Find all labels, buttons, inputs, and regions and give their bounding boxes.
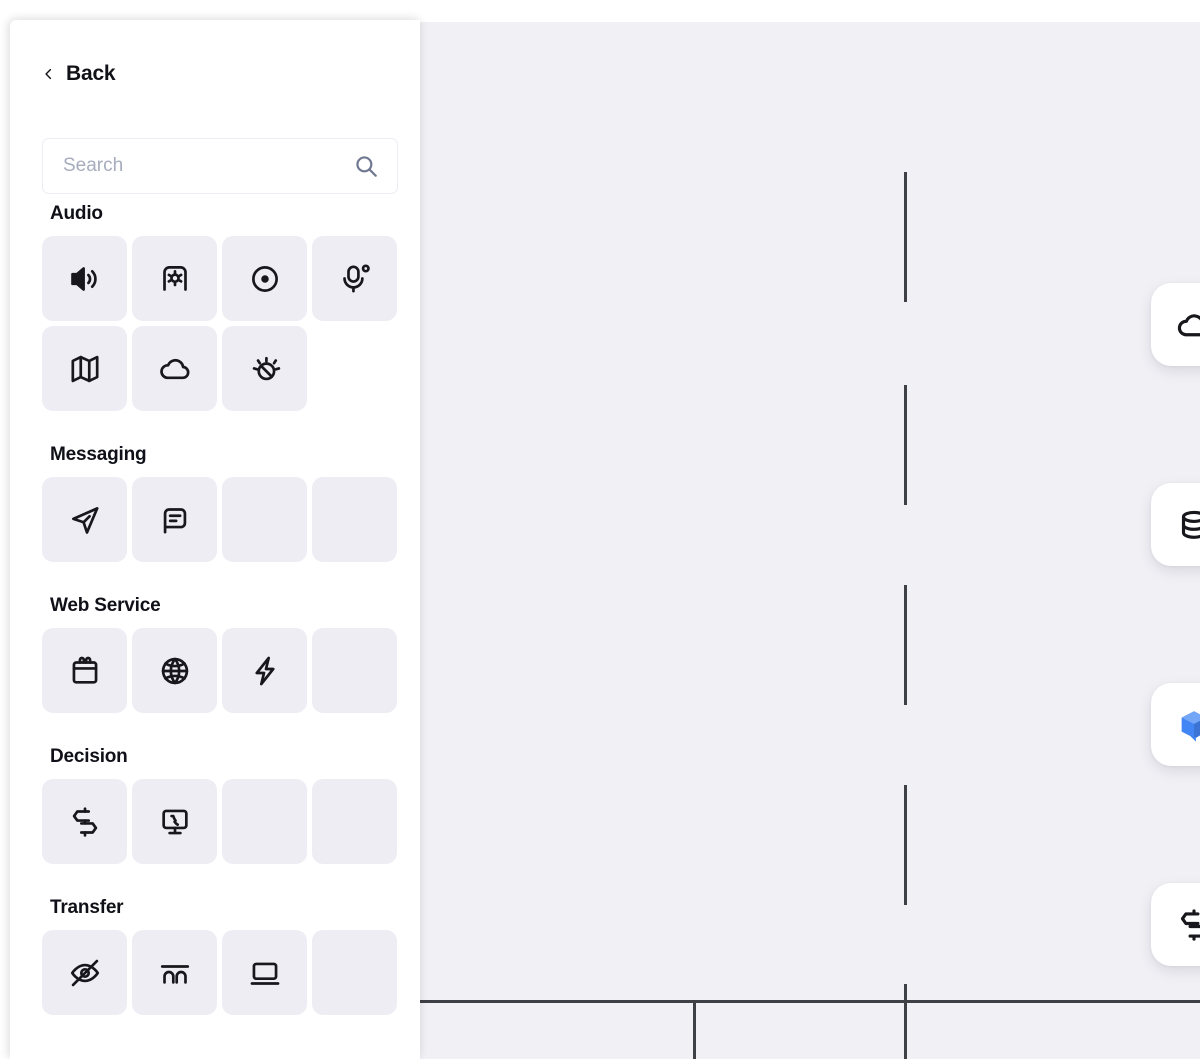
node-tile-empty[interactable]	[312, 477, 397, 562]
node-tile-monitor-phone[interactable]	[132, 779, 217, 864]
flow-node-card[interactable]: Datastore Node Now store what they ...	[1151, 483, 1200, 566]
flow-canvas[interactable]: Cloud Speech-to-text Node Listen to the …	[420, 22, 1200, 1059]
category-section-web-service: Web Service	[42, 594, 402, 713]
category-tile-grid	[42, 628, 402, 713]
category-section-audio: Audio	[42, 202, 402, 411]
edge-node4-to-branch	[904, 984, 907, 1059]
dialogflow-cube-icon	[1173, 704, 1200, 746]
node-tile-empty[interactable]	[312, 930, 397, 1015]
flow-node-card[interactable]: Decision Node route on intent	[1151, 883, 1200, 966]
app-root: Cloud Speech-to-text Node Listen to the …	[0, 0, 1200, 1059]
node-tile-cloud[interactable]	[132, 326, 217, 411]
category-section-messaging: Messaging	[42, 443, 402, 562]
node-tile-laptop-screen[interactable]	[222, 930, 307, 1015]
node-tile-map[interactable]	[42, 326, 127, 411]
back-label: Back	[66, 62, 115, 86]
node-tile-calendar[interactable]	[42, 628, 127, 713]
edge-node2-to-node3	[904, 585, 907, 705]
node-tile-empty[interactable]	[222, 477, 307, 562]
category-list: Audio	[42, 202, 402, 1047]
signpost-route-icon	[1173, 904, 1200, 946]
category-tile-grid	[42, 930, 402, 1015]
edge-start-to-node1	[904, 172, 907, 302]
node-tile-empty[interactable]	[312, 628, 397, 713]
edge-node1-to-node2	[904, 385, 907, 505]
branch-drop-line	[693, 1000, 696, 1059]
search-input[interactable]	[63, 155, 353, 177]
node-tile-message[interactable]	[132, 477, 217, 562]
flow-node-card[interactable]: Cloud Speech-to-text Node Listen to the …	[1151, 283, 1200, 366]
category-title: Decision	[50, 745, 402, 769]
chevron-left-icon	[42, 64, 55, 84]
edge-node3-to-node4	[904, 785, 907, 905]
category-title: Web Service	[50, 594, 402, 618]
branch-horizontal-line	[420, 1000, 1200, 1003]
node-tile-microphone-degree[interactable]	[312, 236, 397, 321]
cloud-icon	[1173, 304, 1200, 346]
canvas-top-strip	[420, 0, 1200, 22]
node-tile-send[interactable]	[42, 477, 127, 562]
back-button[interactable]: Back	[42, 62, 115, 86]
search-box[interactable]	[42, 138, 398, 194]
search-icon[interactable]	[353, 153, 379, 179]
node-tile-audio-settings[interactable]	[132, 236, 217, 321]
node-tile-empty[interactable]	[312, 779, 397, 864]
node-tile-globe[interactable]	[132, 628, 217, 713]
node-tile-empty[interactable]	[222, 779, 307, 864]
category-section-decision: Decision	[42, 745, 402, 864]
category-title: Messaging	[50, 443, 402, 467]
node-tile-lightning[interactable]	[222, 628, 307, 713]
flow-node-card[interactable]: Dialogflow Node Perform Natural Lang...	[1151, 683, 1200, 766]
node-tile-record-disc[interactable]	[222, 236, 307, 321]
category-title: Transfer	[50, 896, 402, 920]
node-tile-bridge-arches[interactable]	[132, 930, 217, 1015]
category-tile-grid	[42, 236, 402, 411]
category-tile-grid	[42, 477, 402, 562]
node-tile-volume-speaker[interactable]	[42, 236, 127, 321]
category-tile-grid	[42, 779, 402, 864]
category-title: Audio	[50, 202, 402, 226]
datastore-icon	[1173, 504, 1200, 546]
node-tile-signpost-route[interactable]	[42, 779, 127, 864]
category-section-transfer: Transfer	[42, 896, 402, 1015]
node-tile-sun-burst[interactable]	[222, 326, 307, 411]
node-library-panel: Back Audio	[10, 20, 420, 1059]
node-tile-eye-off[interactable]	[42, 930, 127, 1015]
